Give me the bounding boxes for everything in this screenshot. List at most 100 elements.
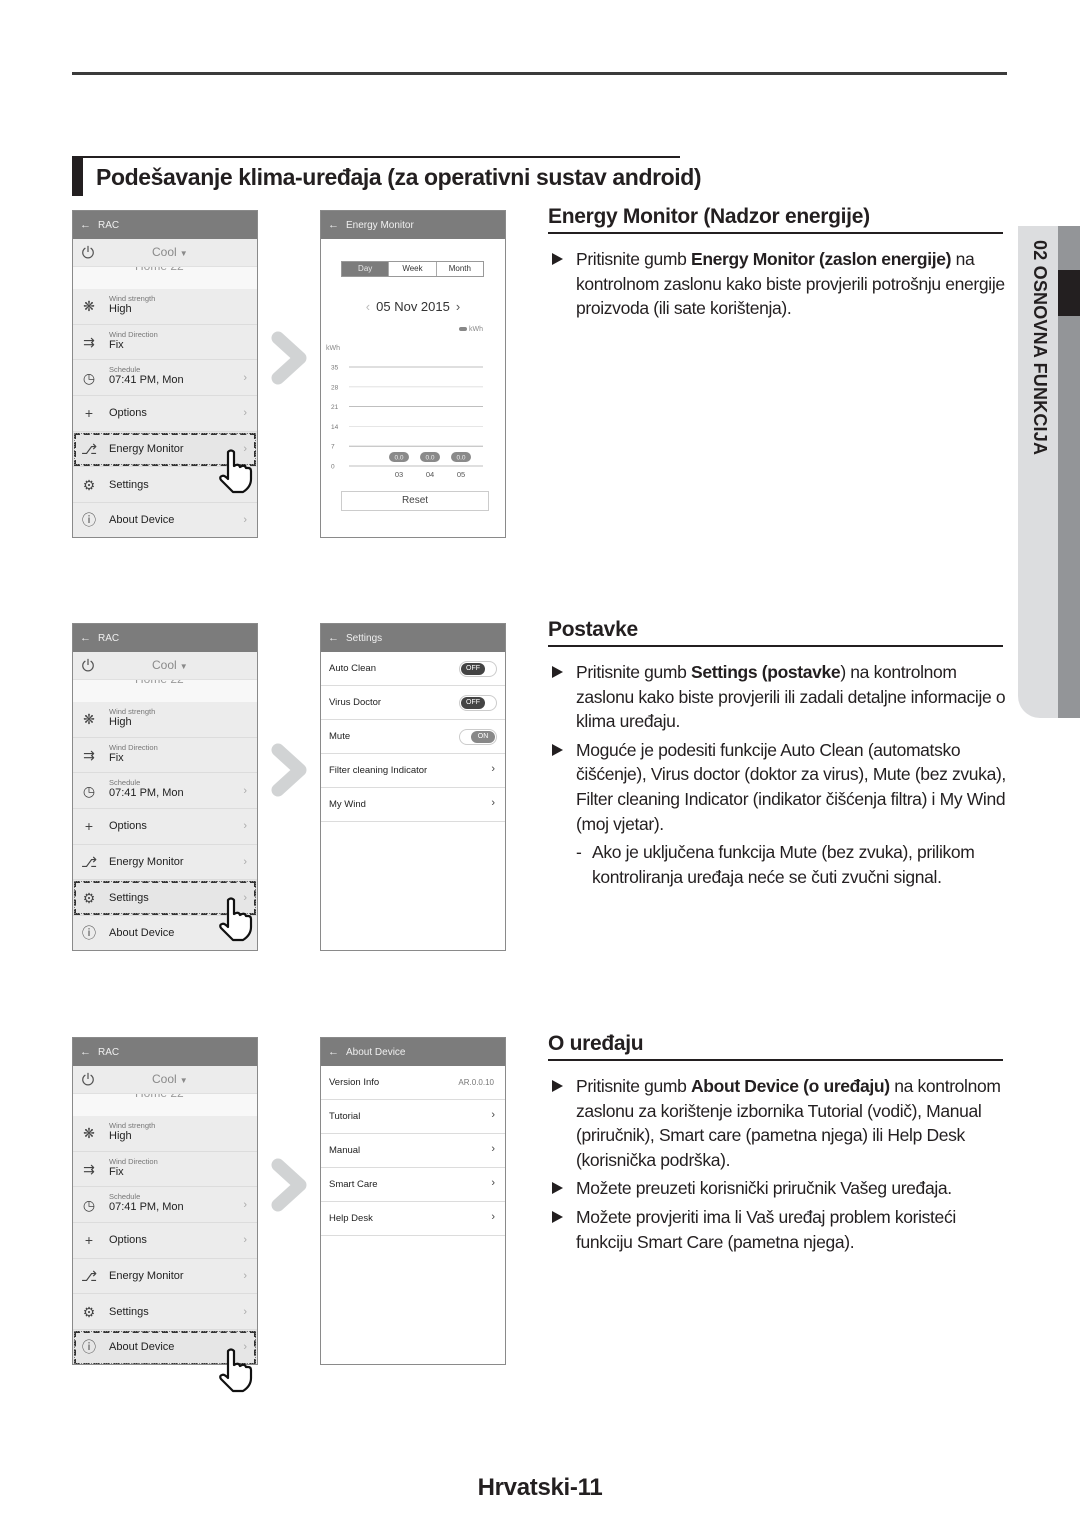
setting-mute[interactable]: Mute ON — [321, 720, 505, 754]
setting-virus-doctor[interactable]: Virus Doctor OFF — [321, 686, 505, 720]
about-smart-care[interactable]: Smart Care › — [321, 1168, 505, 1202]
home-label: Home 22 — [135, 1094, 184, 1100]
period-tabs: Day Week Month — [341, 261, 484, 277]
row-sub-label: Schedule — [109, 365, 141, 375]
back-arrow-icon[interactable]: ← — [328, 1046, 339, 1058]
next-date-icon[interactable]: › — [456, 299, 460, 314]
hand-pointer-icon — [219, 897, 253, 942]
section-title-block: Podešavanje klima-uređaja (za operativni… — [72, 156, 702, 196]
row-sub-label: Schedule — [109, 1192, 141, 1202]
menu-item-settings[interactable]: ⚙ Settings › — [73, 1294, 257, 1331]
power-icon[interactable] — [81, 245, 95, 259]
chevron-right-icon: › — [491, 1109, 495, 1121]
plus-icon: + — [84, 818, 94, 835]
menu-label: Options — [109, 820, 147, 833]
chevron-right-icon: › — [491, 797, 495, 809]
menu-item-about-device[interactable]: ⓘ About Device › — [73, 503, 257, 537]
row-sub-label: Wind strength — [109, 294, 156, 303]
prev-date-icon[interactable]: ‹ — [366, 299, 370, 314]
setting-filter-cleaning-indicator[interactable]: Filter cleaning Indicator › — [321, 754, 505, 788]
setting-label: Filter cleaning Indicator — [329, 765, 428, 776]
schedule-row[interactable]: ◷ Schedule 07:41 PM, Mon › — [73, 1187, 257, 1224]
about-help-desk[interactable]: Help Desk › — [321, 1202, 505, 1236]
menu-item-options[interactable]: + Options › — [73, 1223, 257, 1259]
about-tutorial[interactable]: Tutorial › — [321, 1100, 505, 1134]
wind-direction-row[interactable]: ⇉ Wind Direction Fix — [73, 324, 257, 361]
row-sub-label: Schedule — [109, 778, 141, 788]
chevron-right-icon: › — [491, 1211, 495, 1223]
page-footer: Hrvatski-11 — [477, 1474, 603, 1501]
power-icon[interactable] — [81, 658, 95, 672]
header-title: About Device — [346, 1046, 406, 1058]
tab-week[interactable]: Week — [388, 262, 436, 276]
top-rule — [72, 72, 1007, 75]
back-arrow-icon[interactable]: ← — [80, 219, 91, 231]
schedule-row[interactable]: ◷ Schedule 07:41 PM, Mon › — [73, 360, 257, 397]
x-tick-label: 03 — [395, 470, 403, 479]
mode-dropdown[interactable]: Cool ▼ — [152, 658, 188, 672]
chevron-right-icon: › — [243, 1270, 247, 1283]
schedule-icon: ◷ — [82, 1196, 96, 1213]
mode-row: Cool ▼ — [73, 1066, 257, 1094]
tab-day[interactable]: Day — [342, 262, 389, 276]
energy-plug-icon: ⎇ — [81, 441, 98, 458]
auto-clean-toggle[interactable]: OFF — [459, 661, 497, 677]
data-label: 0.0 — [456, 455, 465, 462]
row-sub-label: Wind strength — [109, 1121, 156, 1130]
mode-dropdown[interactable]: Cool ▼ — [152, 1072, 188, 1086]
bullet-item: Pritisnite gumb Settings (postavke) na k… — [548, 660, 1008, 734]
info-icon: ⓘ — [82, 1339, 96, 1356]
chevron-right-icon: › — [491, 1143, 495, 1155]
home-strip: Home 22 — [73, 1094, 257, 1116]
back-arrow-icon[interactable]: ← — [80, 632, 91, 644]
menu-label: Energy Monitor — [109, 856, 184, 869]
setting-auto-clean[interactable]: Auto Clean OFF — [321, 652, 505, 686]
row-sub-label: Wind Direction — [109, 329, 158, 339]
side-tab-label: 02 OSNOVNA FUNKCIJA — [1030, 240, 1050, 456]
wind-strength-row[interactable]: ❋ Wind strength High — [73, 289, 257, 325]
back-arrow-icon[interactable]: ← — [328, 219, 339, 231]
plus-icon: + — [84, 1232, 94, 1249]
menu-item-options[interactable]: + Options › — [73, 396, 257, 432]
energy-monitor-screen: ← Energy Monitor Day Week Month ‹ 05 Nov … — [320, 210, 506, 538]
info-icon: ⓘ — [82, 512, 96, 529]
data-label: 0.0 — [425, 455, 434, 462]
virus-doctor-toggle[interactable]: OFF — [459, 695, 497, 711]
wind-strength-row[interactable]: ❋ Wind strength High — [73, 1116, 257, 1152]
step-arrow-icon — [271, 743, 307, 797]
about-manual[interactable]: Manual › — [321, 1134, 505, 1168]
bullet-text: Pritisnite gumb — [576, 1076, 692, 1096]
reset-button[interactable]: Reset — [341, 491, 489, 511]
date-selector: ‹ 05 Nov 2015 › — [321, 299, 505, 314]
section-title-bar — [72, 156, 83, 196]
setting-label: Virus Doctor — [329, 697, 382, 708]
setting-my-wind[interactable]: My Wind › — [321, 788, 505, 822]
menu-label: About Device — [109, 1341, 175, 1354]
back-arrow-icon[interactable]: ← — [328, 632, 339, 644]
phone-header: ← RAC — [73, 1038, 257, 1066]
mode-dropdown[interactable]: Cool ▼ — [152, 245, 188, 259]
mute-toggle[interactable]: ON — [459, 729, 497, 745]
mode-value: Cool — [152, 245, 177, 259]
menu-item-options[interactable]: + Options › — [73, 809, 257, 845]
tab-month[interactable]: Month — [435, 262, 483, 276]
wind-strength-row[interactable]: ❋ Wind strength High — [73, 702, 257, 738]
schedule-icon: ◷ — [82, 782, 96, 799]
dash-mark: - — [576, 842, 582, 863]
legend-label: kWh — [469, 326, 483, 333]
wind-direction-row[interactable]: ⇉ Wind Direction Fix — [73, 737, 257, 774]
hand-pointer-icon — [219, 1348, 253, 1393]
gear-icon: ⚙ — [82, 476, 96, 493]
menu-label: Options — [109, 1234, 147, 1247]
menu-item-energy-monitor[interactable]: ⎇ Energy Monitor › — [73, 844, 257, 881]
menu-item-energy-monitor[interactable]: ⎇ Energy Monitor › — [73, 1258, 257, 1295]
menu-label: Settings — [109, 1305, 149, 1318]
row-value: Fix — [109, 1165, 124, 1178]
back-arrow-icon[interactable]: ← — [80, 1046, 91, 1058]
chevron-right-icon: › — [243, 1305, 247, 1318]
hand-pointer-icon — [219, 449, 253, 494]
setting-label: Mute — [329, 731, 351, 742]
schedule-row[interactable]: ◷ Schedule 07:41 PM, Mon › — [73, 773, 257, 810]
wind-direction-row[interactable]: ⇉ Wind Direction Fix — [73, 1151, 257, 1188]
power-icon[interactable] — [81, 1072, 95, 1086]
